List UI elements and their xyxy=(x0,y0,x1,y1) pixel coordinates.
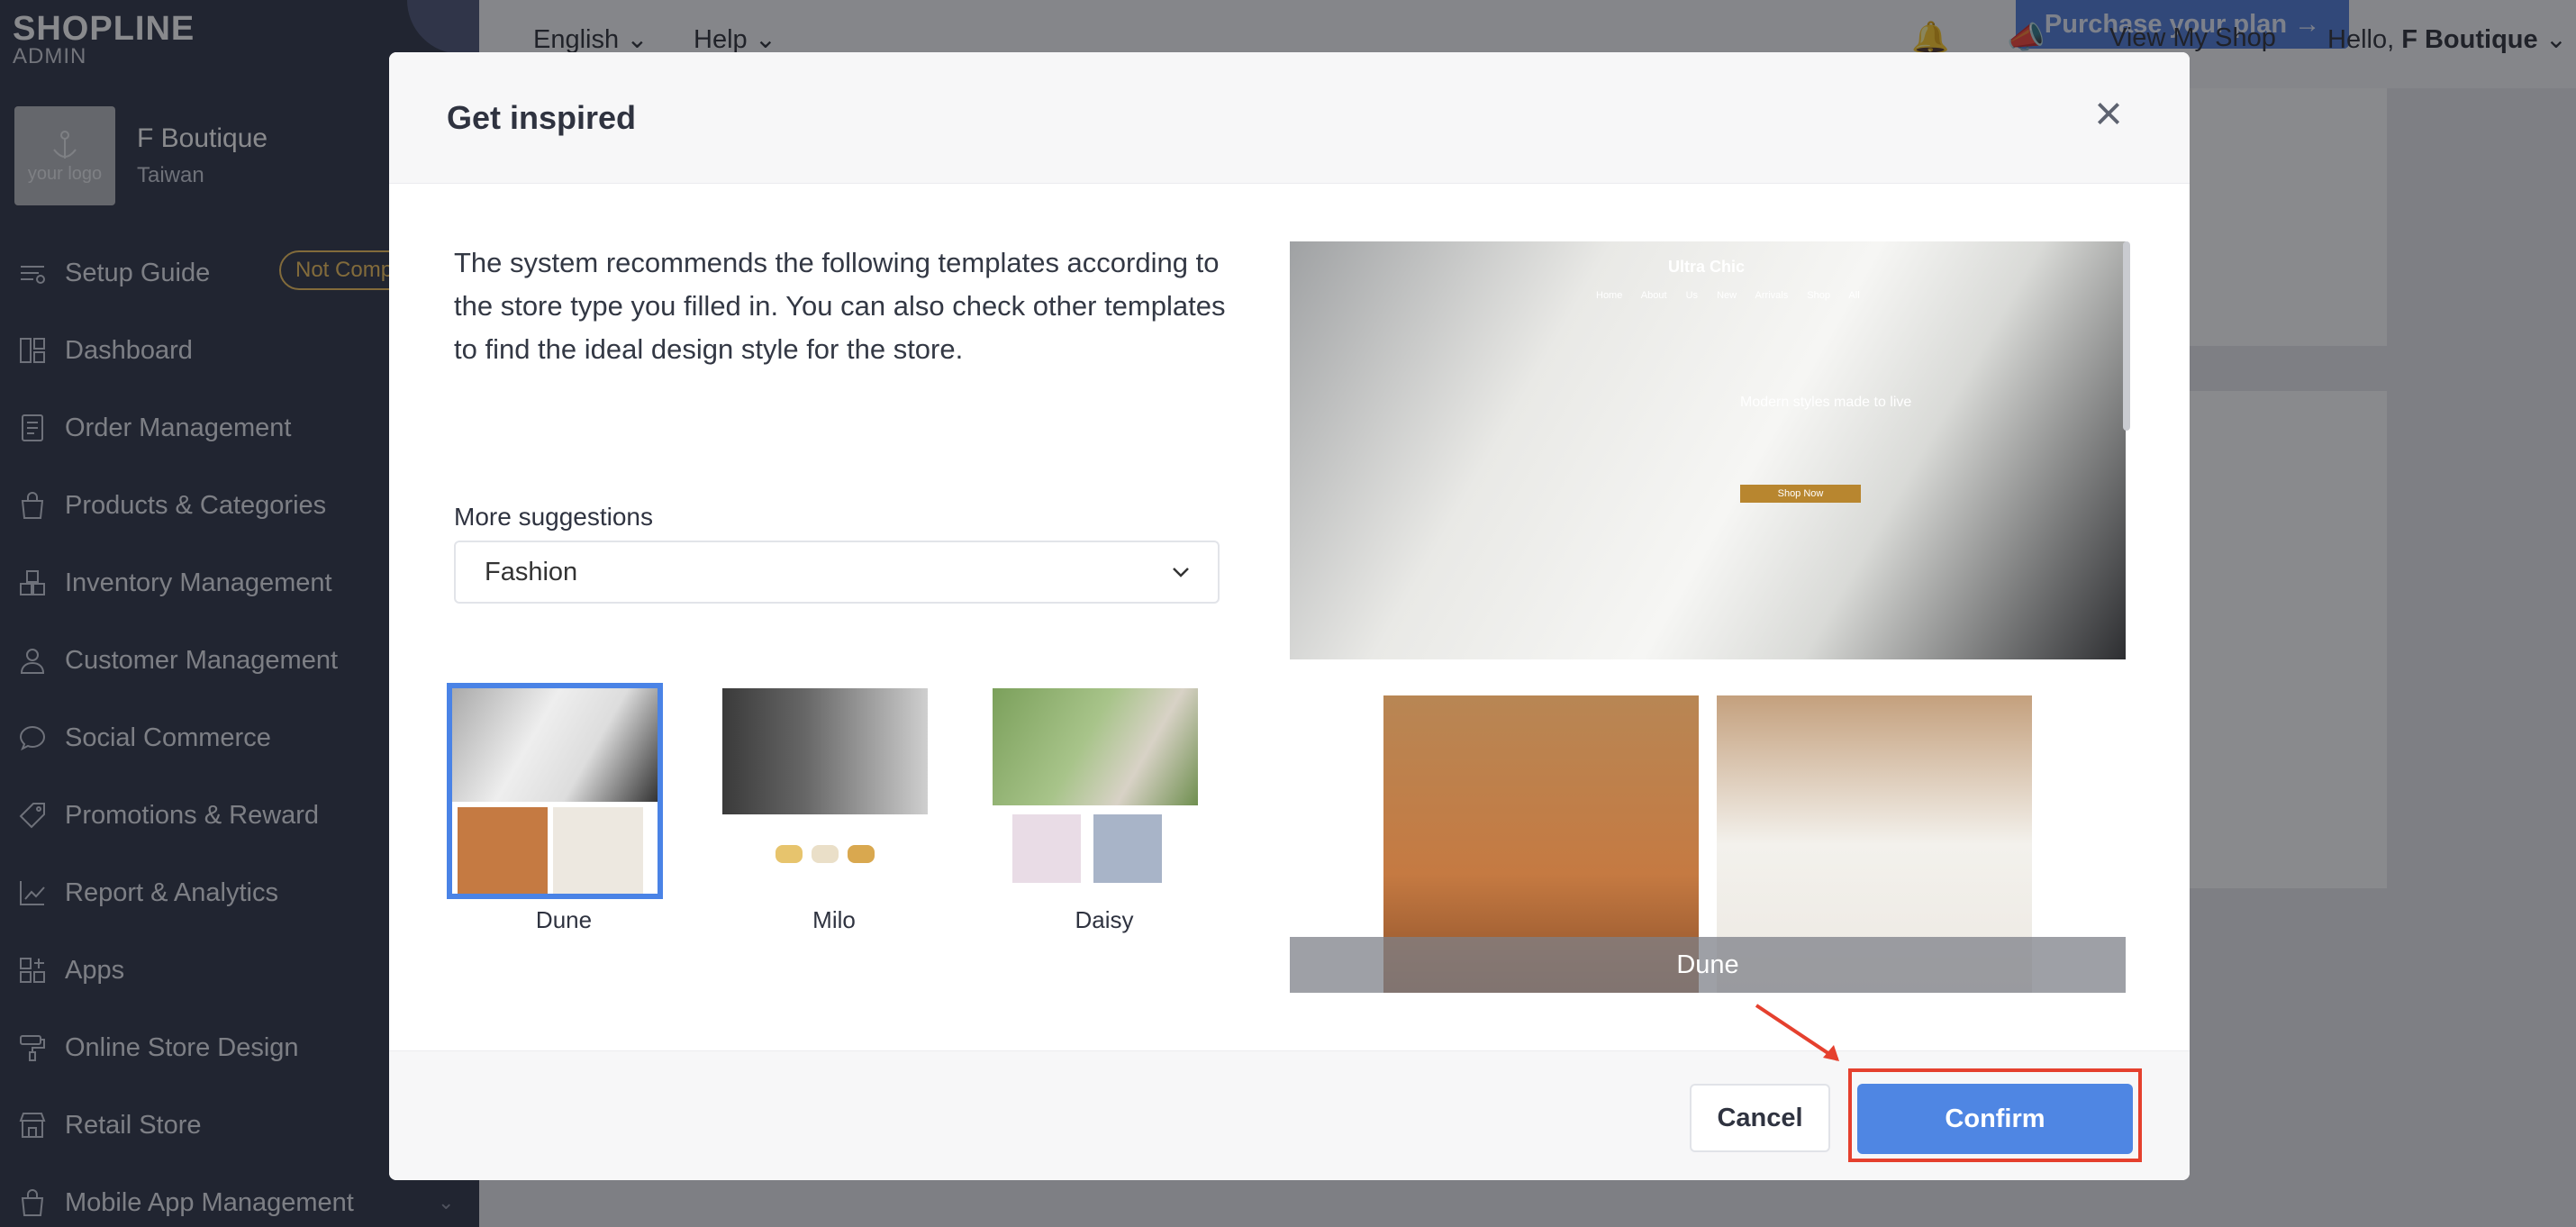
template-list: Dune Milo Daisy xyxy=(447,683,1239,989)
preview-site-title: Ultra Chic xyxy=(1668,258,1746,276)
template-thumbnail xyxy=(987,683,1203,899)
get-inspired-modal: Get inspired × The system recommends the… xyxy=(389,52,2190,1180)
template-card-daisy[interactable]: Daisy xyxy=(987,683,1221,934)
preview-tagline: Modern styles made to live xyxy=(1740,395,1912,410)
cancel-button[interactable]: Cancel xyxy=(1690,1084,1830,1152)
chevron-down-icon xyxy=(1173,568,1189,577)
preview-shop-now: Shop Now xyxy=(1740,485,1861,503)
modal-header: Get inspired × xyxy=(389,52,2190,184)
template-thumbnail xyxy=(447,683,663,899)
annotation-arrow-icon xyxy=(1755,1004,1839,1061)
preview-nav: Home About Us New Arrivals Shop All xyxy=(1596,290,1860,301)
preview-caption: Dune xyxy=(1290,937,2126,993)
template-name: Daisy xyxy=(1075,906,1134,933)
template-name: Dune xyxy=(535,906,593,933)
more-suggestions-label: More suggestions xyxy=(454,503,654,531)
template-card-dune[interactable]: Dune xyxy=(447,683,681,934)
close-icon[interactable]: × xyxy=(2089,89,2128,138)
select-value: Fashion xyxy=(485,557,578,586)
store-type-select[interactable]: Fashion xyxy=(454,541,1220,604)
template-preview: Ultra Chic Home About Us New Arrivals Sh… xyxy=(1290,241,2132,1007)
modal-description: The system recommends the following temp… xyxy=(454,247,1226,365)
template-card-milo[interactable]: Milo xyxy=(717,683,951,934)
modal-title: Get inspired xyxy=(447,99,637,136)
preview-scrollbar[interactable] xyxy=(2123,241,2130,431)
confirm-highlight-box xyxy=(1848,1068,2142,1162)
template-thumbnail xyxy=(717,683,933,899)
template-name: Milo xyxy=(812,906,856,933)
preview-hero-image: Ultra Chic Home About Us New Arrivals Sh… xyxy=(1290,241,2126,659)
